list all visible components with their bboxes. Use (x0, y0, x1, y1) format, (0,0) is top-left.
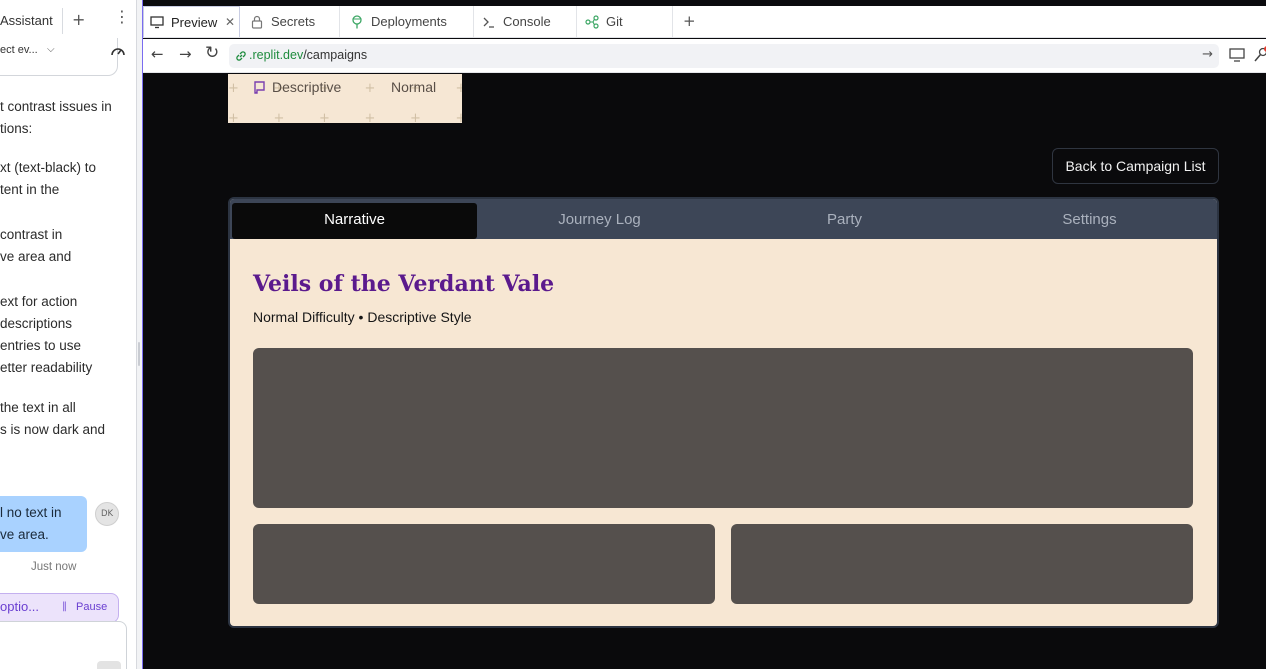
pause-button[interactable]: Pause (76, 601, 107, 613)
link-icon (236, 51, 246, 61)
tab-secrets[interactable]: Secrets (240, 6, 340, 37)
assistant-message-line: the text in all (0, 400, 76, 415)
resize-grip[interactable] (138, 342, 140, 366)
preview-pane: Preview ✕ Secrets Deployments Console Gi… (142, 0, 1266, 669)
tab-deployments[interactable]: Deployments (340, 6, 474, 37)
assistant-message-line: contrast in (0, 227, 63, 242)
tab-label: Console (503, 14, 551, 29)
assistant-message-line: ve area and (0, 249, 72, 264)
assistant-message: contrast in ve area and (0, 224, 71, 268)
pane-tab-bar: Preview ✕ Secrets Deployments Console Gi… (143, 6, 1266, 38)
tab-settings[interactable]: Settings (967, 203, 1212, 239)
tab-label: Secrets (271, 14, 316, 29)
action-panel-left (253, 524, 715, 604)
assistant-message: ext for action descriptions entries to use… (0, 291, 92, 379)
app-viewport: + + + + + + + + ++ + + + + + + + + Descr… (143, 74, 1266, 669)
terminal-icon (483, 17, 494, 28)
send-button[interactable] (97, 661, 121, 669)
assistant-message-line: descriptions (0, 316, 73, 331)
tab-console[interactable]: Console (474, 6, 577, 37)
user-message-text: l no text in ve area. (0, 502, 62, 546)
header-divider (62, 8, 63, 34)
url-path: /campaigns (303, 48, 368, 62)
action-panel-right (731, 524, 1193, 604)
tab-party[interactable]: Party (722, 203, 967, 239)
assistant-panel: Assistant + ⋮ ect ev... ⌵ t contrast iss… (0, 0, 137, 669)
tab-narrative[interactable]: Narrative (232, 203, 477, 239)
reload-icon[interactable]: ↻ (205, 45, 219, 62)
assistant-message-line: t contrast issues in (0, 99, 112, 114)
url-text: .replit.dev/campaigns (249, 48, 367, 62)
assistant-message-line: xt (text-black) to (0, 160, 97, 175)
campaign-tabs: Narrative Journey Log Party Settings (230, 199, 1217, 239)
url-bar: ← → ↻ .replit.dev/campaigns → (143, 39, 1266, 73)
chevron-down-icon[interactable]: ⌵ (47, 44, 55, 55)
tab-git[interactable]: Git (577, 6, 673, 37)
lock-icon (251, 15, 263, 29)
difficulty-tag: Normal (391, 79, 437, 95)
style-tag: Descriptive (252, 79, 341, 95)
new-chat-button[interactable]: + (72, 10, 85, 29)
narrative-panel (253, 348, 1193, 508)
assistant-message: xt (text-black) to tent in the (0, 157, 96, 201)
git-icon (585, 14, 599, 29)
assistant-message: the text in all s is now dark and (0, 397, 105, 441)
assistant-message-line: tions: (0, 121, 33, 136)
assistant-message-line: tent in the (0, 182, 60, 197)
deploy-icon (352, 14, 362, 28)
new-tab-button[interactable]: + (683, 12, 696, 30)
close-icon[interactable]: ✕ (225, 15, 235, 29)
back-arrow-icon[interactable]: ← (151, 47, 164, 62)
assistant-message: t contrast issues in tions: (0, 96, 112, 140)
scroll-icon (254, 80, 265, 94)
url-input[interactable]: .replit.dev/campaigns → (229, 44, 1219, 68)
message-timestamp: Just now (31, 561, 77, 573)
monitor-icon (150, 16, 164, 29)
campaign-card: Narrative Journey Log Party Settings Vei… (228, 197, 1219, 628)
agent-status-text: optio... (0, 599, 40, 614)
style-tag-label: Descriptive (272, 79, 342, 95)
gauge-icon[interactable] (110, 44, 126, 60)
assistant-message-line: ext for action (0, 294, 78, 309)
user-message-line: ve area. (0, 527, 49, 542)
tab-label: Git (606, 14, 623, 29)
forward-arrow-icon[interactable]: → (179, 47, 192, 62)
campaign-subtitle: Normal Difficulty • Descriptive Style (253, 309, 472, 325)
user-message-line: l no text in (0, 505, 62, 520)
extension-icon[interactable] (1253, 46, 1266, 64)
campaign-tags: + + + + + + + + ++ + + + + + + + + Descr… (228, 74, 462, 123)
assistant-tab-title[interactable]: Assistant (0, 13, 53, 28)
url-host: .replit.dev (249, 48, 304, 62)
assistant-message-line: etter readability (0, 360, 93, 375)
tab-preview[interactable]: Preview ✕ (143, 6, 240, 37)
tab-label: Preview (171, 14, 218, 30)
go-arrow-icon[interactable]: → (1202, 47, 1213, 62)
back-to-campaign-list-button[interactable]: Back to Campaign List (1052, 148, 1219, 184)
avatar: DK (95, 502, 119, 526)
assistant-message-line: entries to use (0, 338, 82, 353)
campaign-title: Veils of the Verdant Vale (253, 271, 555, 297)
tab-journey-log[interactable]: Journey Log (477, 203, 722, 239)
devtools-icon[interactable] (1229, 48, 1245, 62)
mode-select-value[interactable]: ect ev... (0, 44, 38, 56)
assistant-message-line: s is now dark and (0, 422, 106, 437)
more-options-icon[interactable]: ⋮ (114, 9, 130, 25)
assistant-header: Assistant + ⋮ (0, 6, 136, 36)
pause-icon[interactable]: ‖ (62, 601, 67, 612)
tab-label: Deployments (371, 14, 447, 29)
